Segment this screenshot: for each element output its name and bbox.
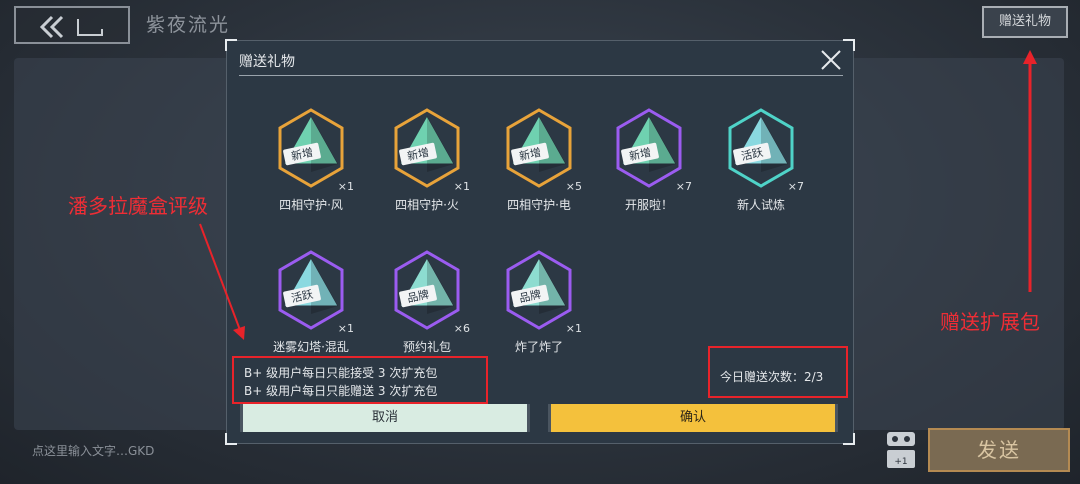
annotation-arrows	[199, 50, 1037, 340]
rating-arrowhead-icon	[233, 326, 245, 340]
pack-arrowhead-icon	[1023, 50, 1037, 64]
rating-arrow-icon	[199, 223, 241, 331]
